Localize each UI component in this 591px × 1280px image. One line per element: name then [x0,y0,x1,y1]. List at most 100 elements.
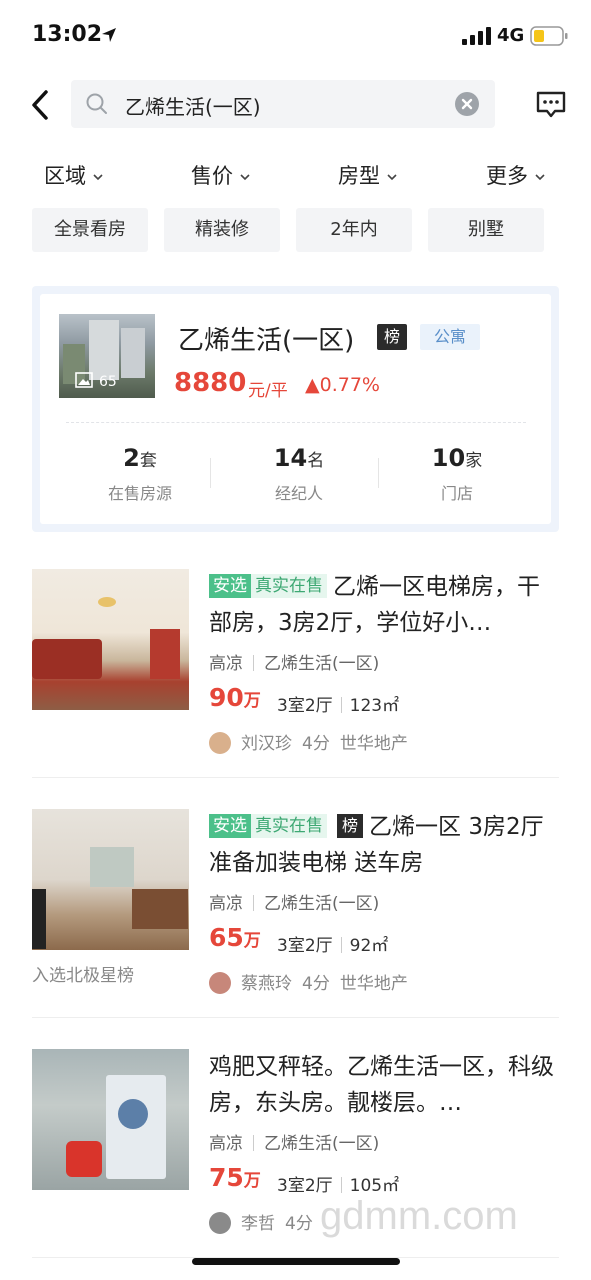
stat-stores[interactable]: 10家 门店 [387,444,527,504]
listing-spec: 3室2厅 105㎡ [277,1171,399,1196]
chevron-down-icon [387,174,397,181]
network-type: 4G [497,25,525,46]
real-listing-tag: 真实在售 [251,814,327,838]
listing-layout: 3室2厅 [277,696,333,716]
filter-label: 房型 [338,164,380,188]
listing-price: 65万 [209,923,261,952]
quick-tag-villa[interactable]: 别墅 [428,208,544,252]
anxuan-tag: 安选 [209,574,251,598]
search-query: 乙烯生活(一区) [125,95,261,119]
listing-community: 乙烯生活(一区) [264,1134,380,1154]
chevron-down-icon [240,174,250,181]
rank-badge: 榜 [377,324,407,350]
community-photo[interactable]: 65 [59,314,155,398]
filter-price[interactable]: 售价 [191,160,251,190]
listing-location: 高凉 乙烯生活(一区) [209,649,379,674]
stat-label: 经纪人 [274,484,323,503]
watermark: gdmm.com [320,1194,518,1238]
listing-layout: 3室2厅 [277,936,333,956]
listing-size: 123㎡ [349,696,400,716]
filter-more[interactable]: 更多 [486,160,546,190]
listing-size: 92㎡ [349,936,389,956]
agent-name: 刘汉珍 [241,734,292,754]
listing-area: 高凉 [209,894,243,914]
battery-icon [530,26,568,46]
community-name: 乙烯生活(一区) [178,326,355,356]
quick-tag-decorated[interactable]: 精装修 [164,208,280,252]
rank-tag: 榜 [337,814,364,838]
stat-number: 14 [273,444,308,472]
stat-number: 10 [431,444,466,472]
agent-score: 4分 [302,974,330,994]
listing-spec: 3室2厅 123㎡ [277,691,399,716]
community-price-unit: 元/平 [248,381,288,401]
price-value: 65 [209,923,244,952]
divider [378,458,379,488]
agent-score: 4分 [302,734,330,754]
price-value: 90 [209,683,244,712]
stat-number: 2 [123,444,140,472]
listing-agent: 李哲 4分 [209,1209,313,1234]
listing-price: 75万 [209,1163,261,1192]
search-input[interactable]: 乙烯生活(一区) [71,80,495,128]
listing-area: 高凉 [209,1134,243,1154]
listing-spec: 3室2厅 92㎡ [277,931,388,956]
listing-photo [32,1049,189,1190]
listing-title: 鸡肥又秤轻。乙烯生活一区，科级房，东头房。靓楼层。… [209,1054,554,1116]
price-unit: 万 [243,691,261,711]
quick-tag-panorama[interactable]: 全景看房 [32,208,148,252]
divider [66,422,526,423]
status-time: 13:02 [32,22,103,47]
listing-location: 高凉 乙烯生活(一区) [209,889,379,914]
price-unit: 万 [243,931,261,951]
divider [32,777,559,778]
community-card[interactable]: 65 乙烯生活(一区) 榜 公寓 8880 元/平 ▲0.77% 2套 在售房源… [32,286,559,532]
agent-name: 李哲 [241,1214,275,1234]
divider [32,1017,559,1018]
listing-title: 安选 真实在售 乙烯一区电梯房，干部房，3房2厅，学位好小… [209,569,559,641]
agent-score: 4分 [285,1214,313,1234]
filter-area[interactable]: 区域 [44,160,104,190]
stat-unit: 套 [139,451,157,471]
agency-name: 世华地产 [339,734,408,754]
listing-price: 90万 [209,683,261,712]
price-value: 75 [209,1163,244,1192]
filter-label: 售价 [191,164,233,188]
agent-avatar [209,732,231,754]
listing-item[interactable]: 安选 真实在售 乙烯一区电梯房，干部房，3房2厅，学位好小… 高凉 乙烯生活(一区) … [32,569,559,789]
listing-item[interactable]: 安选 真实在售榜乙烯一区 3房2厅 准备加装电梯 送车房 高凉 乙烯生活(一区) 6… [32,809,559,1029]
stat-listings[interactable]: 2套 在售房源 [70,444,210,504]
filter-label: 更多 [486,164,528,188]
type-badge: 公寓 [420,324,480,350]
location-arrow-icon [102,28,116,42]
filter-label: 区域 [44,164,86,188]
agent-name: 蔡燕玲 [241,974,292,994]
stat-unit: 名 [307,451,325,471]
listing-agent: 刘汉珍 4分 世华地产 [209,729,408,754]
back-icon[interactable] [26,88,56,122]
listing-area: 高凉 [209,654,243,674]
listing-size: 105㎡ [349,1176,400,1196]
stat-unit: 家 [465,451,483,471]
status-bar: 13:02 4G [0,0,591,70]
listing-community: 乙烯生活(一区) [264,654,380,674]
listing-photo [32,569,189,710]
price-change: ▲0.77% [305,374,380,396]
listing-layout: 3室2厅 [277,1176,333,1196]
chevron-down-icon [93,174,103,181]
real-listing-tag: 真实在售 [251,574,327,598]
message-icon[interactable] [535,88,567,120]
clear-search-icon[interactable] [455,92,479,116]
rank-label: 入选北极星榜 [32,966,134,986]
quick-tag-2years[interactable]: 2年内 [296,208,412,252]
stat-agents[interactable]: 14名 经纪人 [229,444,369,504]
stat-label: 在售房源 [107,484,172,503]
anxuan-tag: 安选 [209,814,251,838]
photo-count: 65 [99,374,117,390]
home-indicator[interactable] [192,1258,400,1265]
search-icon [86,93,107,114]
photo-icon [75,372,93,388]
listing-location: 高凉 乙烯生活(一区) [209,1129,379,1154]
chevron-down-icon [535,174,545,181]
filter-layout[interactable]: 房型 [338,160,398,190]
